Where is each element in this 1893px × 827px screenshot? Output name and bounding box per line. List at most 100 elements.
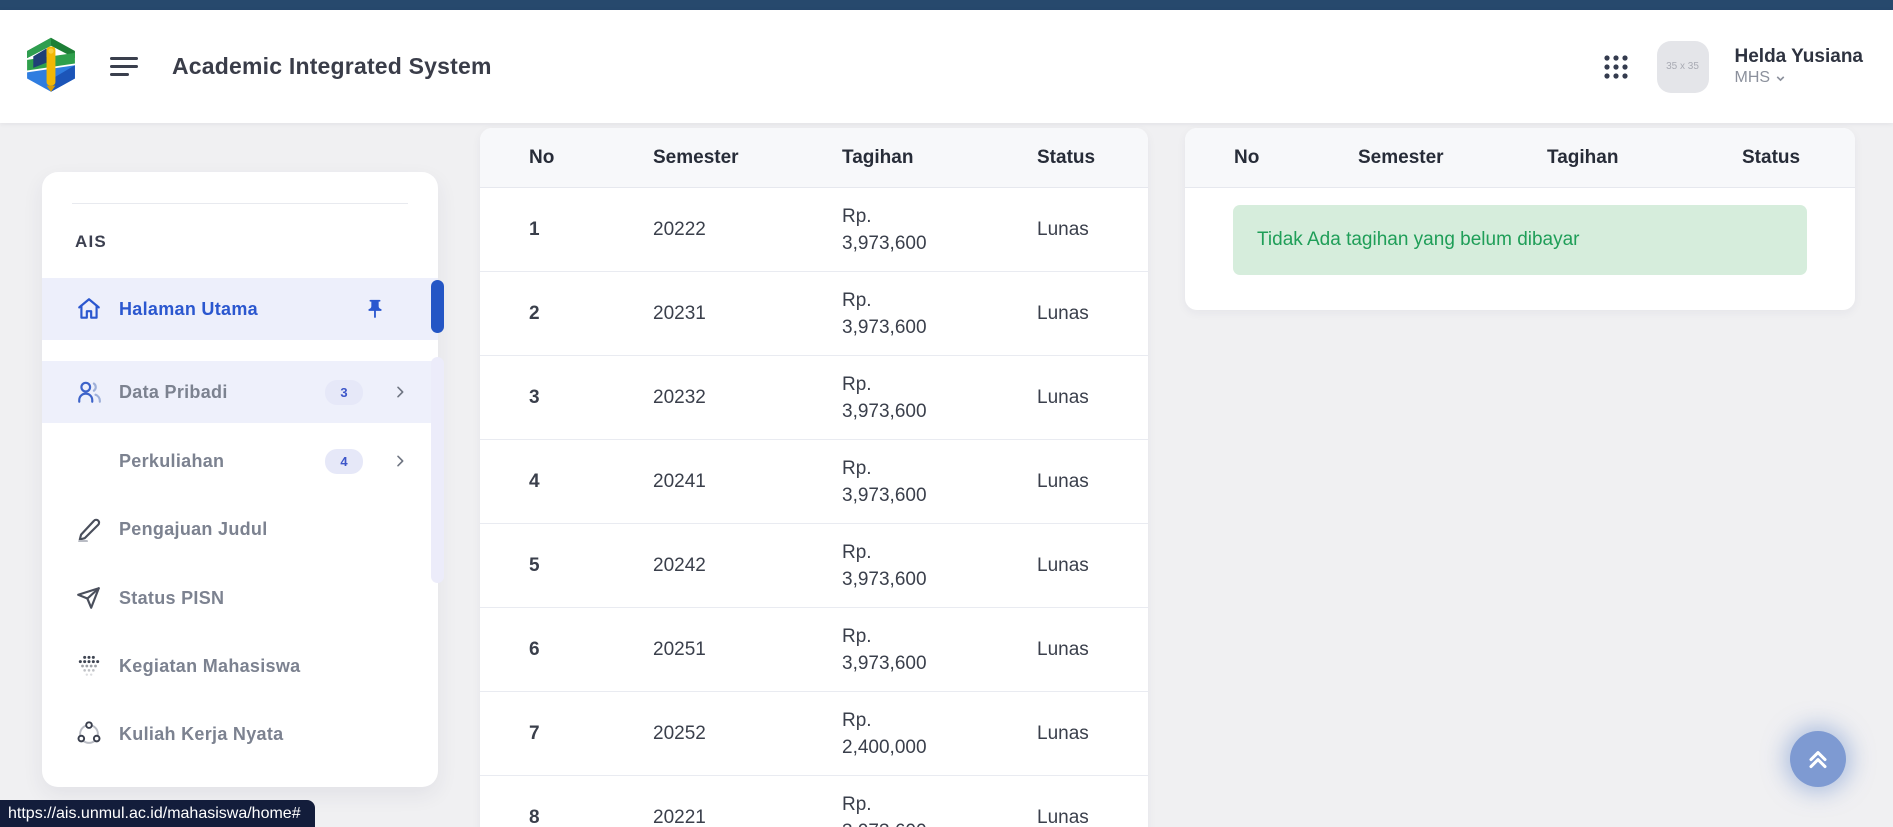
user-menu[interactable]: Helda Yusiana MHS: [1735, 45, 1864, 89]
col-header-semester: Semester: [1357, 128, 1546, 188]
cell-status: Lunas: [1036, 608, 1148, 692]
table-header-row: No Semester Tagihan Status: [1185, 128, 1855, 188]
tagihan-currency: Rp.: [842, 791, 1035, 818]
sidebar-item-perkuliahan[interactable]: Perkuliahan 4: [42, 430, 438, 492]
sidebar-divider: [72, 203, 408, 204]
cell-tagihan: Rp. 3,973,600: [841, 188, 1036, 272]
col-header-no: No: [1185, 128, 1357, 188]
tagihan-amount: 3,973,600: [842, 230, 1035, 257]
sidebar-scrollbar-thumb[interactable]: [431, 280, 444, 333]
apps-grid-icon[interactable]: [1601, 52, 1631, 82]
cell-status: Lunas: [1036, 524, 1148, 608]
dots-cluster-icon: [76, 653, 102, 679]
tagihan-amount: 3,973,600: [842, 566, 1035, 593]
col-header-tagihan: Tagihan: [841, 128, 1036, 188]
cell-status: Lunas: [1036, 440, 1148, 524]
tagihan-currency: Rp.: [842, 539, 1035, 566]
tagihan-amount: 3,973,600: [842, 818, 1035, 827]
cell-no: 3: [480, 356, 652, 440]
network-icon: [76, 721, 102, 747]
university-logo[interactable]: [22, 36, 80, 98]
sidebar-item-kegiatan-mahasiswa[interactable]: Kegiatan Mahasiswa: [42, 635, 438, 697]
sidebar-scrollbar-track[interactable]: [431, 357, 444, 583]
user-role-dropdown[interactable]: MHS: [1735, 68, 1864, 88]
sidebar-section-label: AIS: [75, 232, 107, 252]
send-icon: [76, 585, 102, 611]
table-row[interactable]: 7 20252 Rp. 2,400,000 Lunas: [480, 692, 1148, 776]
table-row[interactable]: 6 20251 Rp. 3,973,600 Lunas: [480, 608, 1148, 692]
page-title: Academic Integrated System: [172, 53, 492, 80]
sidebar-item-status-pisn[interactable]: Status PISN: [42, 567, 438, 629]
cell-semester: 20221: [652, 776, 841, 827]
table-row[interactable]: 8 20221 Rp. 3,973,600 Lunas: [480, 776, 1148, 827]
cell-tagihan: Rp. 3,973,600: [841, 524, 1036, 608]
pencil-icon: [76, 516, 102, 542]
billing-rows: 1 20222 Rp. 3,973,600 Lunas 2 20231 Rp. …: [480, 188, 1148, 827]
hamburger-menu-icon[interactable]: [110, 55, 140, 79]
sidebar-item-label: Kuliah Kerja Nyata: [119, 724, 283, 745]
cell-semester: 20242: [652, 524, 841, 608]
no-unpaid-alert: Tidak Ada tagihan yang belum dibayar: [1233, 205, 1807, 275]
cell-semester: 20222: [652, 188, 841, 272]
avatar[interactable]: 35 x 35: [1657, 41, 1709, 93]
cell-tagihan: Rp. 3,973,600: [841, 440, 1036, 524]
tagihan-amount: 3,973,600: [842, 650, 1035, 677]
sidebar-item-halaman-utama[interactable]: Halaman Utama: [42, 278, 438, 340]
table-row[interactable]: 5 20242 Rp. 3,973,600 Lunas: [480, 524, 1148, 608]
sidebar-item-label: Halaman Utama: [119, 299, 258, 320]
sidebar-item-label: Data Pribadi: [119, 382, 228, 403]
cell-status: Lunas: [1036, 356, 1148, 440]
tagihan-currency: Rp.: [842, 623, 1035, 650]
sidebar-item-label: Kegiatan Mahasiswa: [119, 656, 300, 677]
col-header-tagihan: Tagihan: [1546, 128, 1741, 188]
home-icon: [76, 296, 102, 322]
tagihan-amount: 3,973,600: [842, 314, 1035, 341]
cell-no: 5: [480, 524, 652, 608]
cell-no: 4: [480, 440, 652, 524]
badge-count: 4: [325, 449, 363, 474]
tagihan-currency: Rp.: [842, 371, 1035, 398]
cell-status: Lunas: [1036, 188, 1148, 272]
tagihan-amount: 3,973,600: [842, 398, 1035, 425]
table-row[interactable]: 3 20232 Rp. 3,973,600 Lunas: [480, 356, 1148, 440]
sidebar-item-pengajuan-judul[interactable]: Pengajuan Judul: [42, 498, 438, 560]
col-header-no: No: [480, 128, 652, 188]
unpaid-bills-card: No Semester Tagihan Status Tidak Ada tag…: [1185, 128, 1855, 310]
cell-semester: 20232: [652, 356, 841, 440]
users-icon: [76, 379, 102, 405]
app-header: Academic Integrated System 35 x 35 Helda…: [0, 10, 1893, 123]
cell-no: 1: [480, 188, 652, 272]
pin-icon[interactable]: [364, 298, 386, 320]
cell-tagihan: Rp. 3,973,600: [841, 776, 1036, 827]
user-role-label: MHS: [1735, 68, 1771, 88]
col-header-semester: Semester: [652, 128, 841, 188]
sidebar-item-kuliah-kerja-nyata[interactable]: Kuliah Kerja Nyata: [42, 703, 438, 765]
sidebar-item-label: Status PISN: [119, 588, 224, 609]
sidebar: AIS Halaman Utama Data Pribadi 3 Perkuli…: [42, 172, 438, 787]
user-name: Helda Yusiana: [1735, 45, 1864, 69]
table-row[interactable]: 1 20222 Rp. 3,973,600 Lunas: [480, 188, 1148, 272]
cell-semester: 20252: [652, 692, 841, 776]
scroll-to-top-button[interactable]: [1790, 731, 1846, 787]
table-row[interactable]: 2 20231 Rp. 3,973,600 Lunas: [480, 272, 1148, 356]
col-header-status: Status: [1036, 128, 1148, 188]
unpaid-bills-table: No Semester Tagihan Status: [1185, 128, 1855, 188]
col-header-status: Status: [1741, 128, 1855, 188]
tagihan-currency: Rp.: [842, 455, 1035, 482]
tagihan-amount: 2,400,000: [842, 734, 1035, 761]
cell-semester: 20241: [652, 440, 841, 524]
link-preview-url: https://ais.unmul.ac.id/mahasiswa/home#: [8, 805, 301, 823]
tagihan-currency: Rp.: [842, 203, 1035, 230]
sidebar-item-label: Perkuliahan: [119, 451, 224, 472]
cell-tagihan: Rp. 3,973,600: [841, 608, 1036, 692]
cell-status: Lunas: [1036, 776, 1148, 827]
sidebar-item-data-pribadi[interactable]: Data Pribadi 3: [42, 361, 438, 423]
billing-history-card: No Semester Tagihan Status 1 20222 Rp. 3…: [480, 128, 1148, 827]
tagihan-currency: Rp.: [842, 707, 1035, 734]
chevron-right-icon: [392, 384, 408, 400]
double-chevron-up-icon: [1804, 745, 1832, 773]
cell-status: Lunas: [1036, 692, 1148, 776]
cell-tagihan: Rp. 3,973,600: [841, 356, 1036, 440]
sidebar-item-label: Pengajuan Judul: [119, 519, 268, 540]
table-row[interactable]: 4 20241 Rp. 3,973,600 Lunas: [480, 440, 1148, 524]
